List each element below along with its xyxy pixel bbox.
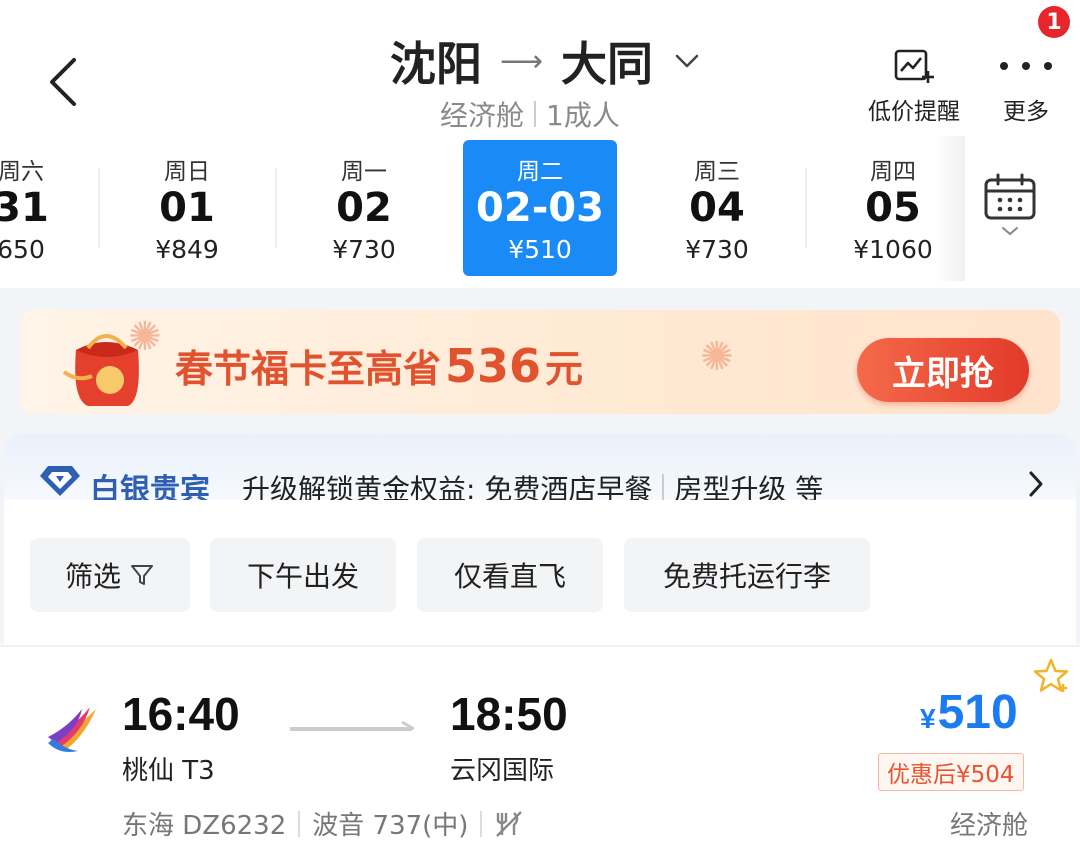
flight-details: 东海 DZ6232 波音 737(中)	[122, 805, 524, 842]
departure-airport: 桃仙 T3	[122, 756, 215, 786]
favorite-star-icon[interactable]	[1032, 657, 1070, 695]
promo-headline: 春节福卡至高省 536 元	[175, 338, 583, 393]
weekday-label: 周六	[0, 159, 44, 185]
divider	[98, 168, 100, 248]
day-price: ¥510	[508, 235, 572, 264]
scroll-fade	[935, 136, 965, 281]
date-option[interactable]: 周三 04 ¥730	[640, 140, 794, 276]
day-number: 01	[159, 185, 215, 231]
calendar-button[interactable]	[980, 172, 1040, 242]
date-option[interactable]: 周六 31 650	[0, 140, 98, 276]
discount-tag: 优惠后¥504	[878, 753, 1024, 791]
cabin-class: 经济舱	[440, 99, 525, 132]
divider	[275, 168, 277, 248]
date-option-selected[interactable]: 周二 02-03 ¥510	[463, 140, 617, 276]
day-price: ¥730	[332, 235, 396, 264]
divider	[662, 474, 665, 502]
notification-badge: 1	[1038, 6, 1070, 38]
cabin-class: 经济舱	[950, 811, 1029, 841]
grab-now-button[interactable]: 立即抢	[857, 338, 1029, 402]
airline-logo	[48, 707, 96, 752]
day-number: 31	[0, 185, 49, 231]
price-alert-label: 低价提醒	[868, 99, 960, 125]
chevron-right-icon	[1029, 471, 1043, 497]
date-option[interactable]: 周一 02 ¥730	[287, 140, 441, 276]
price-trend-icon	[894, 49, 934, 83]
promo-unit: 元	[545, 347, 584, 391]
divider	[534, 101, 537, 127]
weekday-label: 周三	[694, 159, 740, 185]
back-button[interactable]	[40, 52, 88, 112]
day-number: 02	[336, 185, 392, 231]
day-price: 650	[0, 235, 45, 264]
promo-text: 春节福卡至高省	[175, 347, 442, 391]
arrival-time: 18:50	[450, 688, 568, 740]
weekday-label: 周二	[517, 159, 563, 185]
flight-card[interactable]: 16:40 桃仙 T3 18:50 云冈国际 ¥ 510 优惠后¥504 东海 …	[0, 645, 1080, 861]
departure-time: 16:40	[122, 688, 240, 740]
filter-label: 筛选	[64, 560, 121, 593]
day-number: 02-03	[476, 185, 604, 231]
promo-amount: 536	[445, 339, 542, 393]
chip-label: 仅看直飞	[453, 560, 566, 593]
currency-symbol: ¥	[920, 703, 936, 734]
chevron-down-icon	[675, 54, 699, 68]
arrival-airport: 云冈国际	[450, 756, 555, 786]
filter-button[interactable]: 筛选	[30, 538, 190, 612]
filter-chip-free-baggage[interactable]: 免费托运行李	[624, 538, 870, 612]
weekday-label: 周一	[341, 159, 387, 185]
membership-banner[interactable]: 白银贵宾 升级解锁黄金权益: 免费酒店早餐 房型升级 等	[4, 434, 1076, 508]
calendar-icon	[984, 173, 1036, 236]
weekday-label: 周日	[164, 159, 210, 185]
more-label: 更多	[1003, 99, 1049, 125]
more-button[interactable]: 更多	[990, 46, 1062, 126]
firework-decoration: ✺	[128, 314, 162, 360]
no-meal-icon	[496, 810, 523, 837]
flight-price: ¥ 510	[920, 685, 1018, 740]
promo-banner[interactable]: ✺ ✺ 春节福卡至高省 536 元 立即抢	[20, 310, 1060, 414]
origin-city: 沈阳	[390, 37, 482, 91]
divider	[480, 810, 483, 837]
date-option[interactable]: 周日 01 ¥849	[110, 140, 264, 276]
more-dots-icon	[1000, 62, 1052, 70]
passenger-count: 1成人	[546, 99, 620, 132]
day-price: ¥849	[155, 235, 219, 264]
day-number: 04	[689, 185, 745, 231]
route-arrow: ⟶	[500, 43, 544, 79]
funnel-icon	[131, 565, 153, 585]
route-selector[interactable]: 沈阳 ⟶ 大同	[390, 30, 703, 92]
airline-flight-number: 东海 DZ6232	[122, 811, 287, 841]
divider	[805, 168, 807, 248]
aircraft-type: 波音 737(中)	[312, 811, 469, 841]
filter-chip-afternoon[interactable]: 下午出发	[210, 538, 396, 612]
divider	[298, 810, 301, 837]
top-header: 沈阳 ⟶ 大同 经济舱 1成人 低价提醒 更多 1	[0, 0, 1080, 135]
chip-label: 下午出发	[246, 560, 359, 593]
chevron-left-icon	[50, 58, 76, 106]
filter-chip-direct[interactable]: 仅看直飞	[417, 538, 603, 612]
diamond-icon	[40, 466, 80, 496]
trip-summary: 经济舱 1成人	[440, 94, 620, 134]
flight-direction-arrow	[290, 720, 415, 731]
price-alert-button[interactable]: 低价提醒	[862, 46, 966, 126]
destination-city: 大同	[561, 37, 654, 91]
date-strip: 周六 31 650 周日 01 ¥849 周一 02 ¥730 周二 02-03…	[0, 136, 1080, 288]
chip-label: 免费托运行李	[662, 560, 831, 593]
day-price: ¥730	[685, 235, 749, 264]
price-value: 510	[937, 686, 1018, 739]
firework-decoration: ✺	[700, 334, 734, 380]
